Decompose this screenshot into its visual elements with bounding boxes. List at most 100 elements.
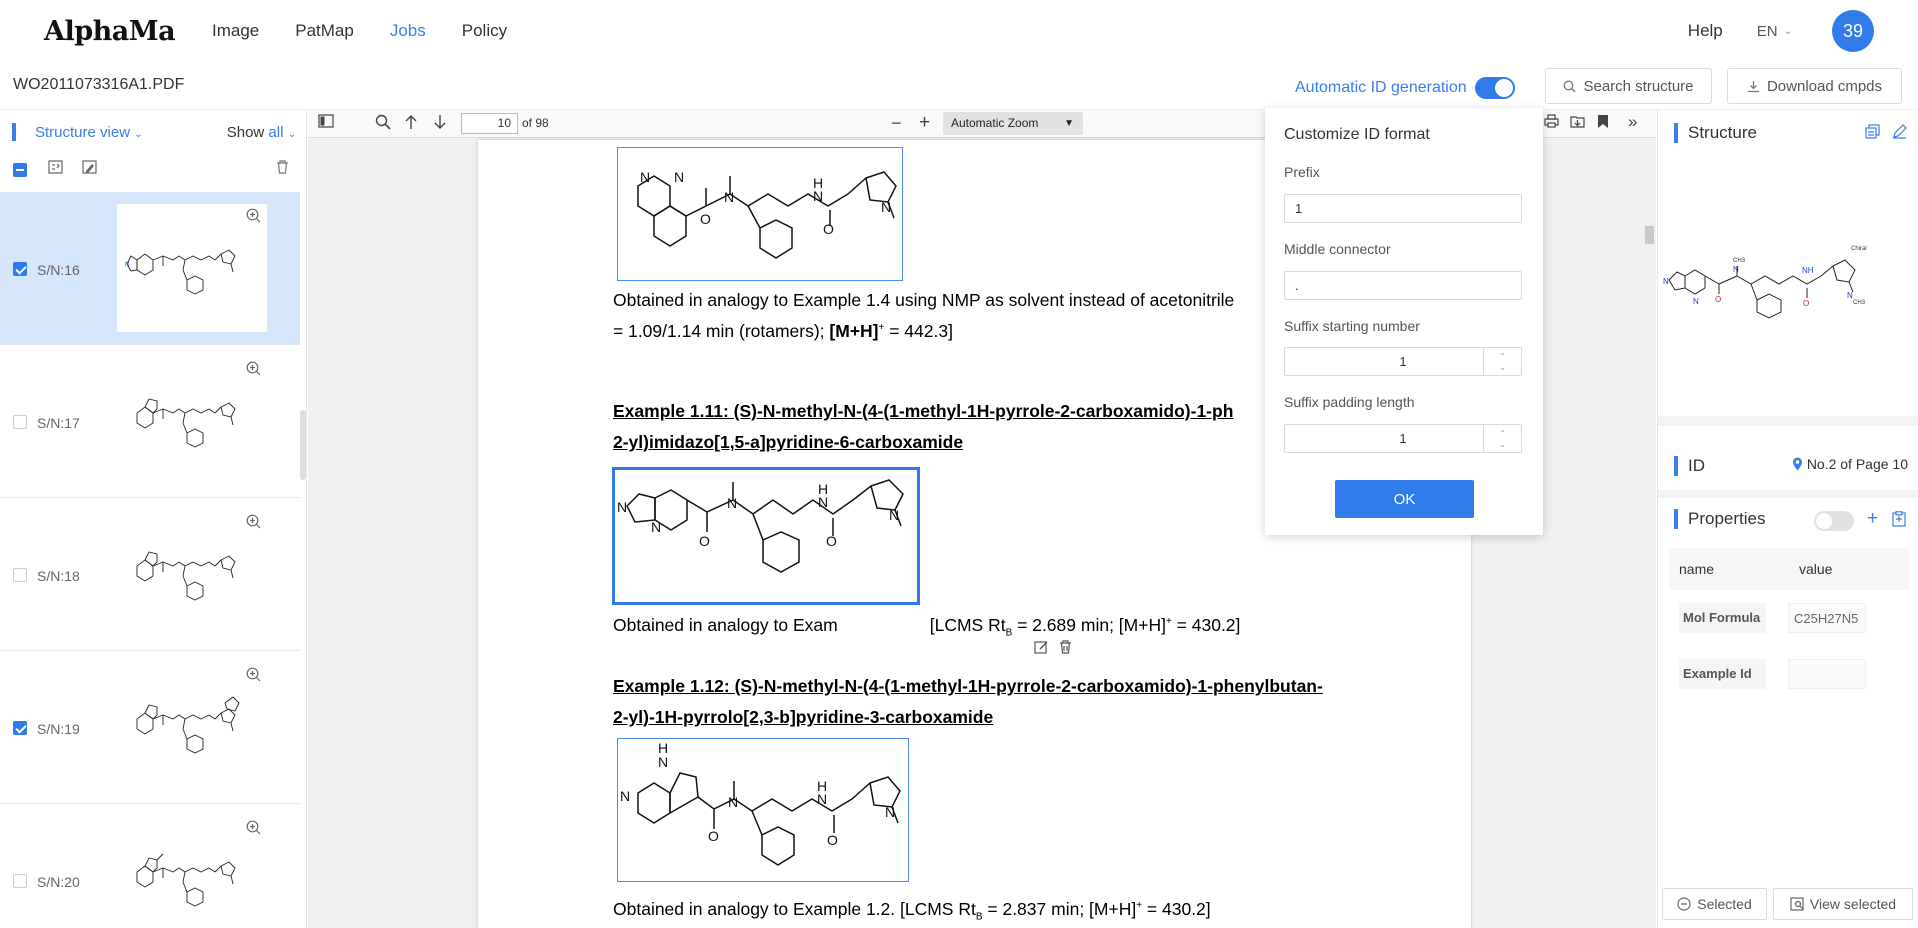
- select-all-checkbox[interactable]: [13, 163, 27, 177]
- copy-icon[interactable]: [1865, 124, 1880, 143]
- bookmark-icon[interactable]: [1597, 114, 1609, 133]
- stepper-arrows[interactable]: ⌃ ⌄: [1483, 348, 1521, 375]
- zoom-in-icon[interactable]: [246, 208, 261, 226]
- user-avatar[interactable]: 39: [1832, 10, 1874, 52]
- zoom-in-icon[interactable]: [246, 667, 261, 685]
- chevron-down-icon: ⌄: [1783, 25, 1792, 37]
- structure-box-active[interactable]: NNNOHNON: [612, 467, 920, 605]
- item-checkbox[interactable]: [13, 874, 27, 888]
- list-scrollbar[interactable]: [300, 410, 306, 480]
- doc-text-span: [LCMS Rt: [929, 615, 1006, 635]
- doc-line: Obtained in analogy to Example 1.2. [LCM…: [613, 899, 1211, 923]
- previous-page-icon[interactable]: [404, 114, 418, 134]
- edit-icon[interactable]: [1892, 124, 1907, 143]
- suffix-padding-stepper[interactable]: 1 ⌃ ⌄: [1284, 424, 1522, 453]
- list-item[interactable]: S/N:16 N: [0, 192, 300, 345]
- edit-icon[interactable]: [1034, 640, 1049, 658]
- help-link[interactable]: Help: [1688, 21, 1723, 41]
- pdf-scrollbar[interactable]: [1645, 226, 1654, 244]
- delete-icon[interactable]: [276, 160, 289, 178]
- zoom-in-icon[interactable]: +: [919, 112, 930, 134]
- svg-text:CH3: CH3: [1733, 258, 1746, 264]
- properties-toggle[interactable]: [1814, 511, 1854, 531]
- more-tools-icon[interactable]: »: [1628, 112, 1637, 132]
- sidebar-toggle-icon[interactable]: [318, 114, 334, 132]
- doc-text-span: = 442.3]: [884, 321, 953, 341]
- language-select[interactable]: EN ⌄: [1757, 23, 1792, 40]
- structure-thumbnail[interactable]: [117, 357, 267, 485]
- page-number-input[interactable]: 10: [461, 113, 518, 134]
- batch-structure-icon[interactable]: [48, 160, 63, 178]
- nav-item-image[interactable]: Image: [212, 21, 259, 41]
- svg-text:N: N: [727, 495, 737, 511]
- property-value[interactable]: [1788, 659, 1866, 689]
- zoom-in-icon[interactable]: [246, 514, 261, 532]
- id-location[interactable]: No.2 of Page 10: [1792, 456, 1908, 472]
- find-icon[interactable]: [375, 114, 391, 134]
- svg-text:N: N: [125, 262, 129, 268]
- structure-view-select[interactable]: Structure view ⌄: [35, 124, 143, 141]
- show-filter[interactable]: Show all ⌄: [227, 124, 296, 141]
- structure-thumbnail[interactable]: [117, 510, 267, 638]
- chevron-down-icon[interactable]: ⌄: [1499, 439, 1506, 450]
- clipboard-icon[interactable]: [1892, 511, 1906, 531]
- property-name[interactable]: Example Id: [1679, 659, 1766, 689]
- svg-text:NH: NH: [1802, 266, 1814, 275]
- chevron-down-icon: ⌄: [287, 129, 296, 140]
- svg-text:N: N: [674, 169, 684, 185]
- item-checkbox[interactable]: [13, 568, 27, 582]
- svg-text:N: N: [617, 499, 627, 515]
- search-structure-button[interactable]: Search structure: [1545, 68, 1712, 104]
- list-item[interactable]: S/N:19: [0, 651, 300, 804]
- print-icon[interactable]: [1544, 114, 1559, 132]
- view-image-icon: [1790, 897, 1804, 911]
- structure-thumbnail[interactable]: [117, 816, 267, 928]
- list-item[interactable]: S/N:17: [0, 345, 300, 498]
- batch-edit-icon[interactable]: [82, 160, 97, 178]
- structure-image[interactable]: N N N CH3 O NH O N CH3 Chiral: [1663, 240, 1918, 470]
- chevron-up-icon[interactable]: ⌃: [1499, 351, 1506, 362]
- nav-item-patmap[interactable]: PatMap: [295, 21, 354, 41]
- chevron-down-icon[interactable]: ⌄: [1499, 362, 1506, 373]
- zoom-out-icon[interactable]: −: [891, 113, 902, 134]
- property-name[interactable]: Mol Formula: [1679, 603, 1766, 633]
- property-value[interactable]: C25H27N5: [1788, 603, 1866, 633]
- structure-thumbnail[interactable]: [117, 663, 267, 791]
- structure-list-header: Structure view ⌄ Show all ⌄: [0, 110, 306, 154]
- zoom-select[interactable]: Automatic Zoom ▼: [943, 112, 1083, 135]
- next-page-icon[interactable]: [433, 114, 447, 134]
- svg-text:N: N: [817, 791, 827, 807]
- delete-icon[interactable]: [1059, 640, 1072, 658]
- zoom-in-icon[interactable]: [246, 361, 261, 379]
- add-icon[interactable]: +: [1867, 508, 1878, 530]
- download-cmpds-button[interactable]: Download cmpds: [1727, 68, 1902, 104]
- section-divider: [1658, 490, 1918, 498]
- auto-id-toggle[interactable]: [1474, 77, 1515, 99]
- svg-text:O: O: [826, 533, 837, 549]
- prefix-input[interactable]: 1: [1284, 194, 1522, 223]
- list-item[interactable]: S/N:20: [0, 804, 300, 928]
- structure-thumbnail[interactable]: N: [117, 204, 267, 332]
- svg-text:CH3: CH3: [1853, 300, 1866, 306]
- zoom-in-icon[interactable]: [246, 820, 261, 838]
- item-checkbox[interactable]: [13, 721, 27, 735]
- list-item[interactable]: S/N:18: [0, 498, 300, 651]
- middle-connector-input[interactable]: .: [1284, 271, 1522, 300]
- structure-box[interactable]: HNNNOHNON: [617, 738, 909, 882]
- view-selected-button[interactable]: View selected: [1773, 888, 1913, 920]
- stepper-arrows[interactable]: ⌃ ⌄: [1483, 425, 1521, 452]
- save-icon[interactable]: [1570, 114, 1585, 132]
- item-checkbox[interactable]: [13, 415, 27, 429]
- app-logo[interactable]: AlphaMa: [44, 16, 194, 47]
- suffix-start-stepper[interactable]: 1 ⌃ ⌄: [1284, 347, 1522, 376]
- structure-box[interactable]: NNNOHNON: [617, 147, 903, 281]
- ok-button[interactable]: OK: [1335, 480, 1474, 518]
- nav-item-jobs[interactable]: Jobs: [390, 21, 426, 41]
- selected-button[interactable]: Selected: [1662, 888, 1767, 920]
- zoom-select-value: Automatic Zoom: [951, 116, 1039, 130]
- svg-text:N: N: [1847, 291, 1853, 300]
- nav-item-policy[interactable]: Policy: [462, 21, 507, 41]
- middle-connector-label: Middle connector: [1284, 241, 1391, 257]
- chevron-up-icon[interactable]: ⌃: [1499, 428, 1506, 439]
- item-checkbox[interactable]: [13, 262, 27, 276]
